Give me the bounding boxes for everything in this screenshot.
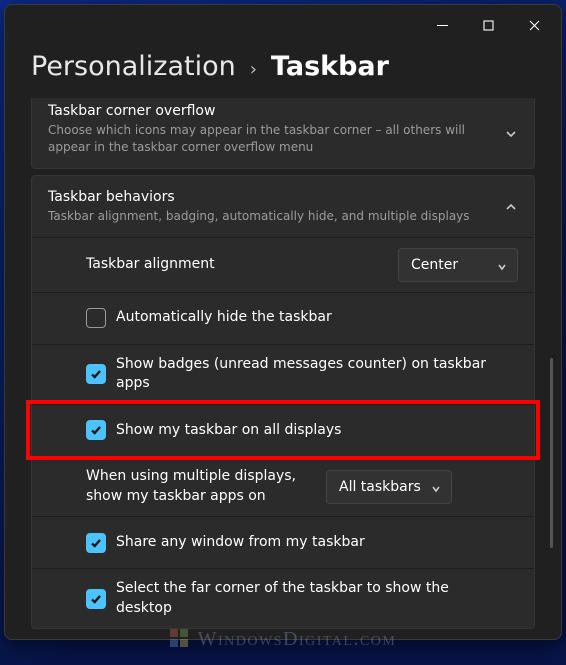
setting-label: Select the far corner of the taskbar to … xyxy=(116,579,518,618)
setting-label: Taskbar alignment xyxy=(86,255,398,275)
close-button[interactable] xyxy=(511,5,557,45)
settings-window: Personalization › Taskbar Taskbar corner… xyxy=(4,4,562,640)
settings-body: Taskbar corner overflow Choose which ico… xyxy=(5,98,561,639)
breadcrumb: Personalization › Taskbar xyxy=(5,45,561,98)
setting-label: Show badges (unread messages counter) on… xyxy=(116,355,518,394)
chevron-up-icon xyxy=(504,199,518,213)
far-corner-desktop-row[interactable]: Select the far corner of the taskbar to … xyxy=(32,568,534,628)
chevron-right-icon: › xyxy=(250,59,257,80)
chevron-down-icon xyxy=(497,260,507,270)
breadcrumb-parent[interactable]: Personalization xyxy=(31,51,236,82)
taskbar-alignment-select[interactable]: Center xyxy=(398,248,518,282)
select-value: All taskbars xyxy=(339,479,421,495)
page-title: Taskbar xyxy=(271,51,389,82)
setting-label: When using multiple displays, show my ta… xyxy=(86,467,326,506)
section-subtitle: Taskbar alignment, badging, automaticall… xyxy=(48,208,484,225)
section-title: Taskbar behaviors xyxy=(48,188,484,206)
setting-label: Show my taskbar on all displays xyxy=(116,421,518,441)
share-window-row[interactable]: Share any window from my taskbar xyxy=(32,516,534,568)
section-title: Taskbar corner overflow xyxy=(48,102,484,120)
setting-label: Automatically hide the taskbar xyxy=(116,308,518,328)
taskbar-behaviors-header[interactable]: Taskbar behaviors Taskbar alignment, bad… xyxy=(32,176,534,237)
share-window-checkbox[interactable] xyxy=(86,533,106,553)
taskbar-behaviors-section: Taskbar behaviors Taskbar alignment, bad… xyxy=(31,175,535,630)
maximize-button[interactable] xyxy=(465,5,511,45)
multi-display-select[interactable]: All taskbars xyxy=(326,470,452,504)
setting-label: Share any window from my taskbar xyxy=(116,533,518,553)
chevron-down-icon xyxy=(431,482,441,492)
scrollbar[interactable] xyxy=(550,358,553,548)
show-taskbar-all-displays-checkbox[interactable] xyxy=(86,420,106,440)
taskbar-alignment-row: Taskbar alignment Center xyxy=(32,237,534,292)
auto-hide-taskbar-row[interactable]: Automatically hide the taskbar xyxy=(32,292,534,344)
taskbar-corner-overflow-section[interactable]: Taskbar corner overflow Choose which ico… xyxy=(31,98,535,169)
show-badges-row[interactable]: Show badges (unread messages counter) on… xyxy=(32,344,534,404)
multi-display-apps-row: When using multiple displays, show my ta… xyxy=(32,456,534,516)
show-taskbar-all-displays-row[interactable]: Show my taskbar on all displays xyxy=(32,404,534,456)
titlebar xyxy=(5,5,561,45)
section-subtitle: Choose which icons may appear in the tas… xyxy=(48,122,484,156)
minimize-button[interactable] xyxy=(419,5,465,45)
chevron-down-icon xyxy=(504,126,518,140)
far-corner-checkbox[interactable] xyxy=(86,589,106,609)
auto-hide-checkbox[interactable] xyxy=(86,308,106,328)
select-value: Center xyxy=(411,257,458,273)
show-badges-checkbox[interactable] xyxy=(86,364,106,384)
